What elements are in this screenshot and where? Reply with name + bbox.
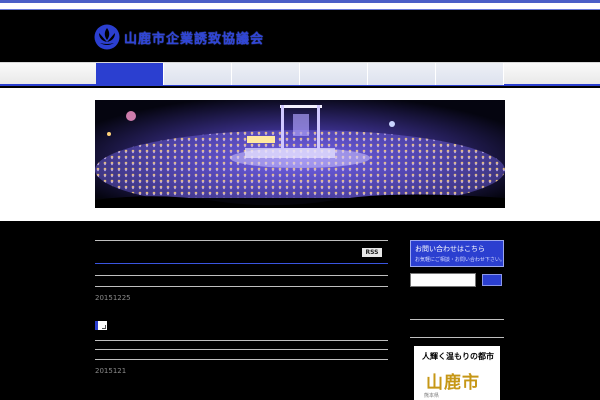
nav-item-2[interactable] (164, 63, 232, 85)
contact-banner[interactable]: お問い合わせはこちら お気軽にご相談・お問い合わせ下さい。 (410, 240, 505, 267)
top-accent-line (0, 0, 600, 3)
nav-list (96, 63, 504, 85)
yamaga-city-banner[interactable]: 人輝く温もりの都市 山鹿市 熊本県 (414, 346, 500, 400)
global-nav (0, 62, 600, 86)
post-thumbnail[interactable] (95, 321, 107, 330)
site-header: 山鹿市企業誘致協議会 (0, 10, 600, 62)
top-strip (0, 0, 600, 10)
site-title: 山鹿市企業誘致協議会 (124, 31, 265, 47)
nav-item-1[interactable] (96, 63, 164, 85)
post-date: 2015121 (95, 367, 127, 375)
nav-item-4[interactable] (300, 63, 368, 85)
banner-subtext: 熊本県 (424, 393, 440, 399)
post-date: 20151225 (95, 294, 131, 302)
rss-button[interactable]: RSS (362, 248, 382, 257)
content-top-rule (95, 240, 388, 241)
sidebar-rule (410, 319, 504, 320)
contact-banner-title: お問い合わせはこちら (415, 245, 485, 253)
content-accent-rule (95, 263, 388, 264)
search-input[interactable] (410, 273, 476, 287)
content-rule (95, 275, 388, 276)
content-rule (95, 286, 388, 287)
sidebar-rule (410, 337, 504, 338)
nav-item-3[interactable] (232, 63, 300, 85)
site-logo[interactable]: 山鹿市企業誘致協議会 (94, 24, 264, 50)
content-rule (95, 349, 388, 350)
nav-item-5[interactable] (368, 63, 436, 85)
contact-banner-subtitle: お気軽にご相談・お問い合わせ下さい。 (415, 257, 505, 263)
search-button[interactable] (482, 274, 502, 286)
search-form (410, 273, 504, 287)
content-rule (95, 359, 388, 360)
nav-item-6[interactable] (436, 63, 504, 85)
hero-festival-image (95, 100, 505, 208)
banner-tagline: 人輝く温もりの都市 (422, 351, 494, 361)
content-rule (95, 340, 388, 341)
banner-city-name: 山鹿市 (426, 373, 480, 393)
lotus-logo-icon (94, 24, 120, 50)
main-content (0, 221, 600, 400)
